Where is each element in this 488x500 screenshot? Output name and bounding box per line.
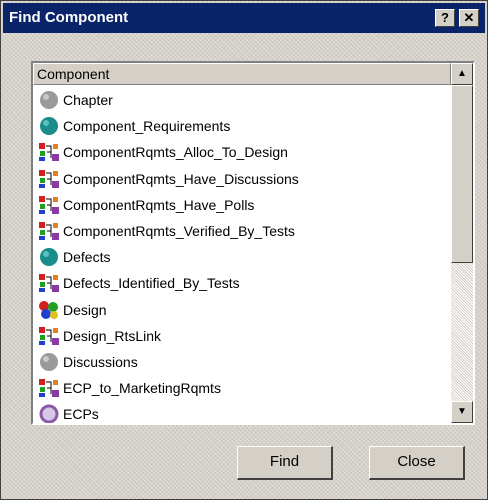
list-item-label: ECPs [63, 406, 99, 423]
gray-circle-icon [38, 351, 60, 373]
list-item-label: ComponentRqmts_Have_Polls [63, 196, 255, 213]
window-title: Find Component [9, 9, 129, 26]
list-item-label: Design_RtsLink [63, 327, 162, 344]
scroll-thumb[interactable] [451, 85, 473, 263]
list-item-label: Component_Requirements [63, 118, 231, 135]
list-item-label: Chapter [63, 92, 113, 109]
help-button[interactable]: ? [435, 9, 455, 27]
list-item-label: ComponentRqmts_Verified_By_Tests [63, 223, 295, 240]
list-item[interactable]: Chapter [33, 87, 451, 113]
close-button[interactable]: Close [369, 446, 465, 480]
vertical-scrollbar[interactable]: ▲ ▼ [451, 63, 473, 423]
close-window-button[interactable]: ✕ [459, 9, 479, 27]
link-icon [38, 220, 60, 242]
list-item-label: ComponentRqmts_Have_Discussions [63, 170, 299, 187]
list-item[interactable]: ComponentRqmts_Alloc_To_Design [33, 139, 451, 165]
link-icon [38, 325, 60, 347]
link-icon [38, 141, 60, 163]
list-item-label: Design [63, 301, 107, 318]
list-item[interactable]: ComponentRqmts_Have_Polls [33, 192, 451, 218]
list-item-label: Defects [63, 249, 111, 266]
component-list[interactable]: Component Chapter Component_Requirements … [31, 61, 475, 425]
scroll-up-button[interactable]: ▲ [451, 63, 473, 85]
list-item-label: ECP_to_MarketingRqmts [63, 380, 221, 397]
list-item[interactable]: Defects [33, 244, 451, 270]
teal-circle-icon [38, 115, 60, 137]
scroll-down-button[interactable]: ▼ [451, 401, 473, 423]
list-item[interactable]: ComponentRqmts_Have_Discussions [33, 166, 451, 192]
list-item-label: ComponentRqmts_Alloc_To_Design [63, 144, 288, 161]
component-list-rows: Chapter Component_Requirements ComponentR… [33, 87, 451, 423]
list-item[interactable]: Defects_Identified_By_Tests [33, 270, 451, 296]
link-icon [38, 168, 60, 190]
list-item-label: Defects_Identified_By_Tests [63, 275, 240, 292]
list-item[interactable]: Design_RtsLink [33, 323, 451, 349]
purple-ring-icon [38, 403, 60, 423]
list-item[interactable]: Component_Requirements [33, 113, 451, 139]
link-icon [38, 377, 60, 399]
title-bar[interactable]: Find Component ? ✕ [3, 3, 485, 33]
multicolor-balls-icon [38, 299, 60, 321]
list-item[interactable]: ComponentRqmts_Verified_By_Tests [33, 218, 451, 244]
find-button[interactable]: Find [237, 446, 333, 480]
teal-circle-icon [38, 246, 60, 268]
list-item[interactable]: ECP_to_MarketingRqmts [33, 375, 451, 401]
gray-circle-icon [38, 89, 60, 111]
list-item[interactable]: Discussions [33, 349, 451, 375]
list-item[interactable]: Design [33, 297, 451, 323]
link-icon [38, 194, 60, 216]
list-item-label: Discussions [63, 353, 138, 370]
column-header-component[interactable]: Component [33, 63, 451, 85]
link-icon [38, 272, 60, 294]
find-component-dialog: Find Component ? ✕ Component Chapter Comp… [0, 0, 488, 500]
list-item[interactable]: ECPs [33, 401, 451, 423]
